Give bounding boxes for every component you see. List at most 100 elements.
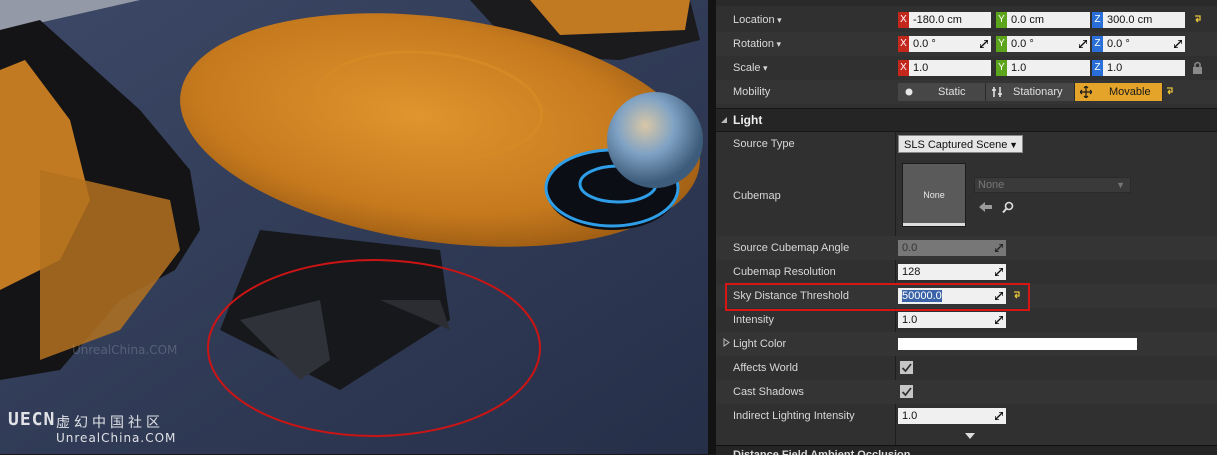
spin-icon[interactable]: [980, 40, 988, 48]
spin-icon[interactable]: [995, 244, 1003, 252]
cubemap-resolution-field[interactable]: 128: [898, 264, 1006, 280]
source-cubemap-angle-field[interactable]: 0.0: [898, 240, 1006, 256]
scale-y-field[interactable]: 1.0: [1007, 60, 1090, 76]
cast-shadows-label: Cast Shadows: [733, 386, 804, 398]
rotation-z-field[interactable]: 0.0 °: [1103, 36, 1185, 52]
stationary-icon: [992, 87, 1002, 97]
affects-world-label: Affects World: [733, 362, 799, 374]
rotation-z-value: 0.0 °: [1107, 38, 1130, 50]
show-advanced-arrow-icon[interactable]: [965, 433, 975, 440]
uecn-logo: UECN: [8, 409, 56, 430]
location-x[interactable]: X -180.0 cm: [898, 12, 991, 28]
mobility-movable-button[interactable]: Movable: [1075, 83, 1163, 101]
rotation-y[interactable]: Y 0.0 °: [996, 36, 1090, 52]
expand-arrow-icon[interactable]: [723, 338, 731, 347]
cubemap-asset-value: None: [978, 179, 1005, 191]
movable-label: Movable: [1109, 86, 1151, 98]
light-color-label: Light Color: [733, 338, 787, 350]
intensity-input[interactable]: 1.0: [898, 312, 1006, 328]
y-axis-tag: Y: [996, 12, 1007, 28]
intensity-label: Intensity: [733, 314, 774, 326]
z-axis-tag: Z: [1092, 36, 1103, 52]
cast-shadows-checkbox[interactable]: [899, 384, 914, 399]
location-label[interactable]: Location: [733, 8, 782, 32]
checkmark-icon: [901, 387, 912, 397]
chevron-down-icon: ▼: [1009, 140, 1018, 150]
source-type-label: Source Type: [733, 138, 795, 150]
mobility-toggle-group: Static Stationary Movable: [898, 83, 1163, 101]
affects-world-row: Affects World: [716, 356, 1217, 380]
watermark-faint: UnrealChina.COM: [72, 343, 178, 357]
cast-shadows-row: Cast Shadows: [716, 380, 1217, 404]
spin-icon[interactable]: [1174, 40, 1182, 48]
light-category-header[interactable]: Light: [716, 108, 1217, 132]
spin-icon[interactable]: [1079, 40, 1087, 48]
watermark-site: UnrealChina.COM: [56, 431, 177, 445]
y-axis-tag: Y: [996, 36, 1007, 52]
reset-arrow-icon[interactable]: [1165, 86, 1175, 96]
reset-arrow-icon[interactable]: [1193, 14, 1203, 24]
indirect-lighting-intensity-input[interactable]: 1.0: [898, 408, 1006, 424]
rotation-label[interactable]: Rotation: [733, 32, 781, 56]
location-z[interactable]: Z 300.0 cm: [1092, 12, 1185, 28]
scene-render: [0, 0, 708, 454]
move-arrows-icon: [1080, 86, 1092, 98]
rotation-y-field[interactable]: 0.0 °: [1007, 36, 1090, 52]
stationary-label: Stationary: [1013, 86, 1063, 98]
source-cubemap-angle-row: Source Cubemap Angle 0.0: [716, 236, 1217, 260]
lock-icon[interactable]: [1192, 61, 1203, 75]
scale-z[interactable]: Z 1.0: [1092, 60, 1185, 76]
scale-x[interactable]: X 1.0: [898, 60, 991, 76]
location-z-field[interactable]: 300.0 cm: [1103, 12, 1185, 28]
thumbnail-underline: [903, 223, 965, 226]
location-y[interactable]: Y 0.0 cm: [996, 12, 1090, 28]
scale-z-field[interactable]: 1.0: [1103, 60, 1185, 76]
indirect-lighting-intensity-value: 1.0: [902, 410, 918, 422]
rotation-z[interactable]: Z 0.0 °: [1092, 36, 1185, 52]
x-axis-tag: X: [898, 36, 909, 52]
spin-icon[interactable]: [995, 412, 1003, 420]
annotation-highlight-box: [725, 283, 1030, 311]
scale-label[interactable]: Scale: [733, 56, 768, 80]
checkmark-icon: [901, 363, 912, 373]
cubemap-label: Cubemap: [733, 190, 781, 202]
static-label: Static: [938, 86, 966, 98]
panel-splitter[interactable]: [708, 0, 716, 454]
source-type-dropdown[interactable]: SLS Captured Scene ▼: [898, 135, 1023, 153]
details-top-edge: [716, 0, 1217, 6]
mobility-stationary-button[interactable]: Stationary: [986, 83, 1075, 101]
mobility-static-button[interactable]: Static: [898, 83, 986, 101]
cubemap-resolution-value: 128: [902, 266, 921, 278]
intensity-value: 1.0: [902, 314, 918, 326]
location-x-field[interactable]: -180.0 cm: [909, 12, 991, 28]
z-axis-tag: Z: [1092, 12, 1103, 28]
indirect-lighting-intensity-field[interactable]: 1.0: [898, 408, 1006, 424]
search-icon[interactable]: [1002, 201, 1015, 214]
location-y-field[interactable]: 0.0 cm: [1007, 12, 1090, 28]
light-header-label: Light: [733, 113, 763, 127]
watermark-chinese: 虚幻中国社区: [56, 415, 164, 431]
cubemap-resolution-input[interactable]: 128: [898, 264, 1006, 280]
spin-icon[interactable]: [995, 268, 1003, 276]
source-cubemap-angle-input[interactable]: 0.0: [898, 240, 1006, 256]
indirect-lighting-intensity-label: Indirect Lighting Intensity: [733, 410, 855, 422]
collapse-arrow-icon[interactable]: [720, 116, 728, 124]
rotation-x[interactable]: X 0.0 °: [898, 36, 991, 52]
cubemap-asset-dropdown[interactable]: None ▼: [974, 177, 1131, 193]
location-row: Location X -180.0 cm Y 0.0 cm Z 300.0 cm: [716, 8, 1217, 32]
affects-world-checkbox[interactable]: [899, 360, 914, 375]
scale-x-field[interactable]: 1.0: [909, 60, 991, 76]
rotation-x-field[interactable]: 0.0 °: [909, 36, 991, 52]
details-panel: Location X -180.0 cm Y 0.0 cm Z 300.0 cm…: [716, 0, 1217, 455]
source-cubemap-angle-value: 0.0: [902, 242, 918, 254]
spin-icon[interactable]: [995, 316, 1003, 324]
scale-y[interactable]: Y 1.0: [996, 60, 1090, 76]
cubemap-thumbnail[interactable]: None: [902, 163, 966, 227]
light-color-swatch[interactable]: [898, 338, 1137, 350]
light-color-row: Light Color: [716, 332, 1217, 356]
cubemap-resolution-label: Cubemap Resolution: [733, 266, 836, 278]
cubemap-row: Cubemap: [716, 156, 1217, 236]
intensity-field[interactable]: 1.0: [898, 312, 1006, 328]
use-selected-arrow-icon[interactable]: [979, 201, 993, 213]
level-viewport[interactable]: UnrealChina.COM UECN 虚幻中国社区 UnrealChina.…: [0, 0, 708, 454]
